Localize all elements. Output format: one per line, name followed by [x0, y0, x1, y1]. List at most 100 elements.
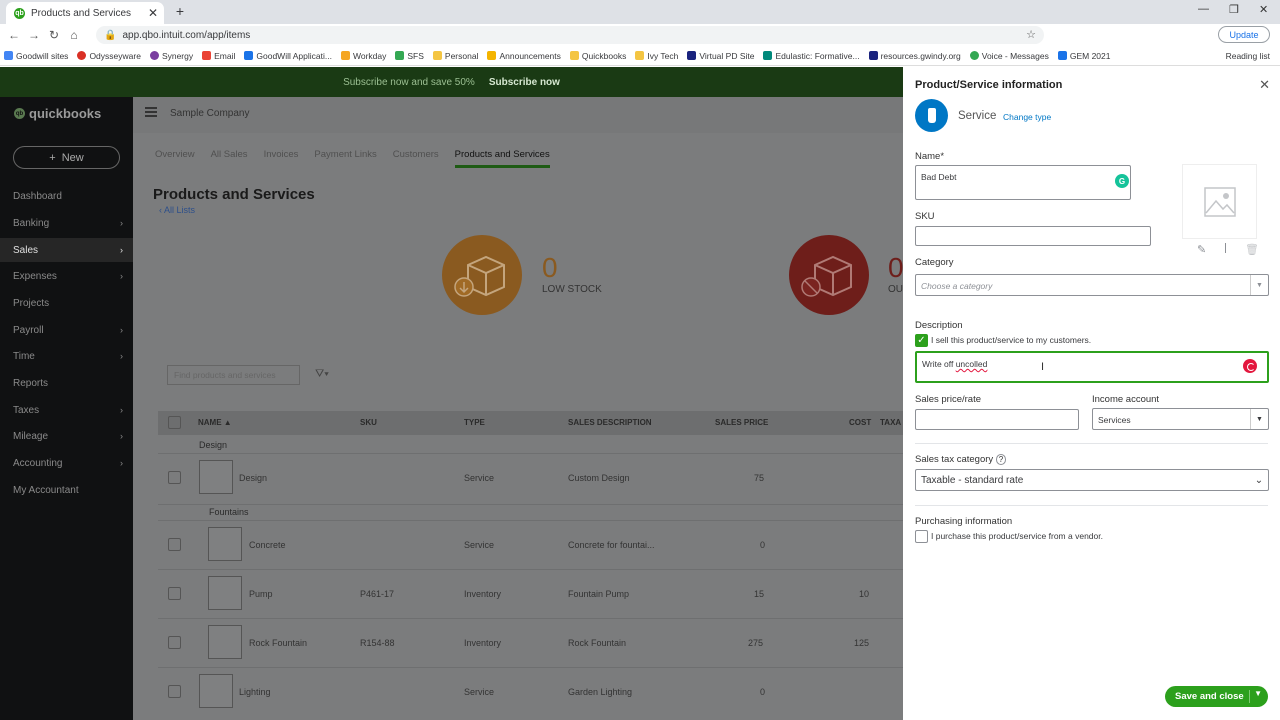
item-name[interactable]: Design	[239, 473, 267, 483]
bookmark-item[interactable]: Announcements	[487, 51, 561, 61]
col-sales-description[interactable]: SALES DESCRIPTION	[568, 418, 652, 427]
search-input[interactable]: Find products and services	[167, 365, 300, 385]
forward-icon[interactable]: →	[24, 28, 44, 42]
chevron-down-icon: ⌄	[1254, 474, 1264, 486]
url-input[interactable]: 🔒 app.qbo.intuit.com/app/items ☆	[96, 26, 1044, 44]
quickbooks-logo[interactable]: qb quickbooks	[14, 106, 101, 121]
sidebar-item-dashboard[interactable]: Dashboard	[0, 184, 133, 208]
income-account-select[interactable]: Services ▼	[1092, 408, 1269, 430]
bookmark-folder[interactable]: Quickbooks	[569, 51, 626, 61]
item-name[interactable]: Rock Fountain	[249, 638, 307, 648]
close-tab-icon[interactable]: ✕	[148, 6, 158, 20]
sales-tax-select[interactable]: Taxable - standard rate ⌄	[915, 469, 1269, 491]
sidebar-item-expenses[interactable]: Expenses ›	[0, 264, 133, 288]
sidebar-item-payroll[interactable]: Payroll ›	[0, 318, 133, 342]
bookmark-folder[interactable]: Personal	[432, 51, 478, 61]
sell-checkbox[interactable]: ✓	[915, 334, 928, 347]
sku-field[interactable]	[915, 226, 1151, 246]
minimize-icon[interactable]: —	[1198, 3, 1209, 15]
item-sku: R154-88	[360, 638, 395, 648]
back-icon[interactable]: ←	[4, 28, 24, 42]
row-checkbox[interactable]	[168, 636, 181, 649]
sidebar-item-projects[interactable]: Projects	[0, 291, 133, 315]
sidebar-item-mileage[interactable]: Mileage ›	[0, 424, 133, 448]
bookmark-item[interactable]: Virtual PD Site	[687, 51, 754, 61]
sidebar-item-banking[interactable]: Banking ›	[0, 211, 133, 235]
sidebar-item-time[interactable]: Time ›	[0, 344, 133, 368]
tab-products-and-services[interactable]: Products and Services	[454, 149, 550, 168]
delete-image-icon[interactable]: 🗑	[1245, 243, 1259, 256]
restore-icon[interactable]: ❐	[1229, 3, 1239, 16]
close-icon[interactable]: ✕	[1259, 77, 1270, 93]
sidebar-item-reports[interactable]: Reports	[0, 371, 133, 395]
reload-icon[interactable]: ↻	[44, 28, 64, 42]
bookmark-folder[interactable]: Ivy Tech	[635, 51, 678, 61]
item-name[interactable]: Concrete	[249, 540, 286, 550]
sidebar-item-accounting[interactable]: Accounting ›	[0, 451, 133, 475]
company-header: Sample Company	[133, 97, 903, 133]
save-and-close-button[interactable]: Save and close ▼	[1165, 686, 1268, 707]
bookmark-item[interactable]: GEM 2021	[1057, 51, 1110, 61]
col-name[interactable]: NAME ▲	[198, 418, 232, 427]
row-checkbox[interactable]	[168, 685, 181, 698]
tab-payment-links[interactable]: Payment Links	[314, 149, 376, 168]
misspelled-word: uncolled	[955, 359, 988, 369]
sidebar-item-taxes[interactable]: Taxes ›	[0, 398, 133, 422]
filter-icon[interactable]: ⛛▾	[315, 368, 329, 381]
bookmark-item[interactable]: Workday	[340, 51, 386, 61]
row-checkbox[interactable]	[168, 471, 181, 484]
bookmark-item[interactable]: Voice - Messages	[969, 51, 1049, 61]
tab-invoices[interactable]: Invoices	[264, 149, 299, 168]
reading-list[interactable]: Reading list	[1226, 51, 1270, 61]
subscribe-now-link[interactable]: Subscribe now	[489, 77, 560, 88]
col-sku[interactable]: SKU	[360, 418, 377, 427]
grammarly-icon[interactable]: G	[1115, 174, 1129, 188]
bookmark-star-icon[interactable]: ☆	[1026, 28, 1036, 41]
update-button[interactable]: Update	[1218, 26, 1270, 43]
bookmark-item[interactable]: Odysseyware	[77, 51, 141, 61]
select-all-checkbox[interactable]	[168, 416, 181, 429]
col-sales-price[interactable]: SALES PRICE	[715, 418, 768, 427]
sidebar-item-my-accountant[interactable]: My Accountant	[0, 478, 133, 502]
tab-customers[interactable]: Customers	[393, 149, 439, 168]
col-cost[interactable]: COST	[849, 418, 871, 427]
col-type[interactable]: TYPE	[464, 418, 485, 427]
sidebar-item-sales[interactable]: Sales ›	[0, 238, 133, 262]
new-button[interactable]: + New	[13, 146, 120, 169]
item-description: Garden Lighting	[568, 687, 633, 697]
edit-image-icon[interactable]: ✎	[1197, 243, 1206, 256]
low-stock-circle[interactable]	[442, 235, 522, 315]
item-name[interactable]: Lighting	[239, 687, 271, 697]
out-of-stock-circle[interactable]	[789, 235, 869, 315]
info-icon[interactable]: ?	[995, 454, 1007, 465]
change-type-link[interactable]: Change type	[1003, 112, 1051, 122]
bookmark-item[interactable]: SFS	[395, 51, 424, 61]
chevron-down-icon[interactable]: ▼	[1254, 689, 1262, 698]
bookmark-item[interactable]: Goodwill sites	[4, 51, 68, 61]
tab-all-sales[interactable]: All Sales	[211, 149, 248, 168]
category-select[interactable]: Choose a category ▼	[915, 274, 1269, 296]
close-window-icon[interactable]: ✕	[1259, 3, 1268, 16]
bookmark-item[interactable]: Edulastic: Formative...	[763, 51, 860, 61]
bookmark-item[interactable]: GoodWill Applicati...	[244, 51, 332, 61]
home-icon[interactable]: ⌂	[64, 28, 84, 42]
browser-tab[interactable]: qb Products and Services ✕	[6, 2, 164, 24]
bookmark-item[interactable]: resources.gwindy.org	[868, 51, 961, 61]
sales-description-textarea[interactable]: Write off uncolled	[915, 351, 1269, 383]
sales-price-field[interactable]	[915, 409, 1079, 430]
tab-overview[interactable]: Overview	[155, 149, 195, 168]
new-tab-icon[interactable]: +	[172, 3, 188, 19]
item-name[interactable]: Pump	[249, 589, 273, 599]
text-cursor-icon: Ι	[1041, 361, 1045, 373]
row-checkbox[interactable]	[168, 587, 181, 600]
all-lists-link[interactable]: ‹ All Lists	[159, 205, 195, 215]
hamburger-menu-icon[interactable]	[145, 107, 157, 117]
purchase-checkbox[interactable]	[915, 530, 928, 543]
name-field[interactable]: Bad Debt G	[915, 165, 1131, 200]
col-taxable[interactable]: TAXA	[880, 418, 901, 427]
bookmark-item[interactable]: Synergy	[149, 51, 193, 61]
item-image-upload[interactable]	[1182, 164, 1257, 239]
grammarly-error-icon[interactable]	[1243, 359, 1257, 373]
bookmark-item[interactable]: Email	[202, 51, 235, 61]
row-checkbox[interactable]	[168, 538, 181, 551]
